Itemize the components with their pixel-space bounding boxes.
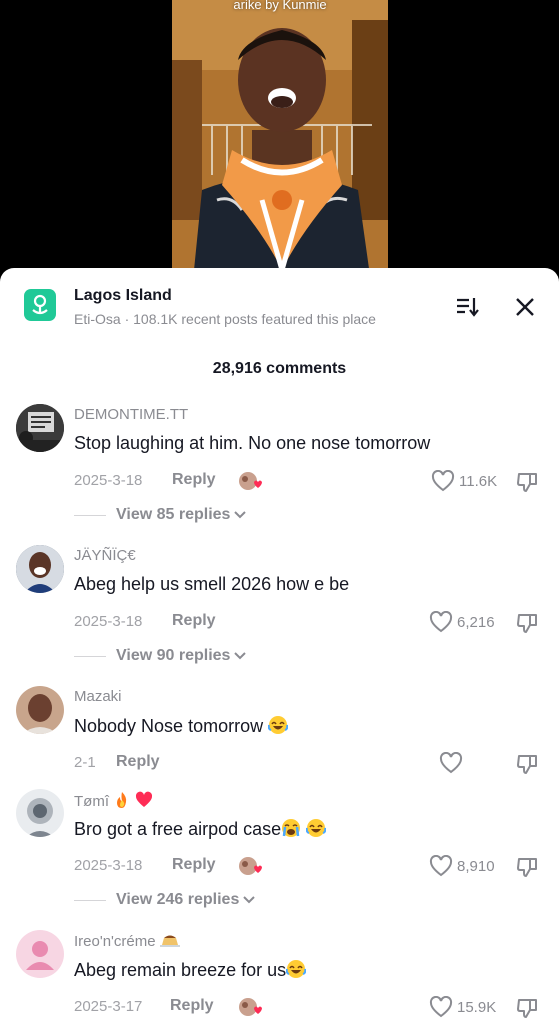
comment-count: 28,916 comments bbox=[212, 360, 347, 377]
divider bbox=[74, 899, 106, 901]
comment-date: 2025-3-18 bbox=[74, 857, 143, 874]
location-pin-icon bbox=[24, 289, 56, 321]
video-frame[interactable]: arike by Kunmie bbox=[172, 0, 388, 290]
comment-username[interactable]: DEMONTIME.TT bbox=[74, 406, 188, 423]
view-replies-button[interactable]: View 246 replies bbox=[74, 891, 256, 909]
chevron-down-icon bbox=[234, 652, 247, 660]
comment-item: JÄYÑÏÇ€ Abeg help us smell 2026 how e be… bbox=[0, 545, 559, 675]
heart-icon bbox=[431, 470, 455, 492]
creator-liked-icon bbox=[237, 470, 263, 492]
thumbs-down-icon bbox=[517, 614, 537, 633]
thumbs-down-icon bbox=[517, 858, 537, 877]
heart-emoji-icon bbox=[136, 791, 153, 807]
close-button[interactable] bbox=[512, 294, 538, 320]
comment-item: Tømî Bro got a free airpod case 2025-3-1… bbox=[0, 789, 559, 919]
laughing-tears-emoji-icon bbox=[306, 819, 327, 837]
comment-item: Mazaki Nobody Nose tomorrow 2-1 Reply bbox=[0, 686, 559, 781]
place-header[interactable]: Lagos Island Eti-Osa · 108.1K recent pos… bbox=[0, 268, 559, 338]
comment-text-content: Nobody Nose tomorrow bbox=[74, 716, 264, 736]
avatar[interactable] bbox=[16, 686, 64, 734]
view-replies-label: View 246 replies bbox=[116, 891, 240, 908]
dislike-button[interactable] bbox=[516, 855, 540, 879]
close-icon bbox=[516, 298, 534, 316]
comment-date: 2025-3-17 bbox=[74, 998, 143, 1015]
comment-text-content: Abeg remain breeze for us bbox=[74, 960, 287, 980]
comment-username[interactable]: Tømî bbox=[74, 791, 153, 810]
like-button[interactable]: 8,910 bbox=[429, 855, 495, 877]
comment-username[interactable]: Mazaki bbox=[74, 688, 122, 705]
heart-icon bbox=[429, 996, 453, 1018]
comment-username[interactable]: JÄYÑÏÇ€ bbox=[74, 547, 136, 564]
fire-emoji-icon bbox=[117, 792, 127, 808]
like-count: 15.9K bbox=[457, 998, 497, 1016]
thumbs-down-icon bbox=[517, 755, 537, 774]
like-button[interactable]: 6,216 bbox=[429, 611, 495, 633]
laughing-tears-emoji-icon bbox=[268, 716, 289, 734]
username-text: Ireo'n'créme bbox=[74, 933, 156, 950]
reply-button[interactable]: Reply bbox=[172, 612, 216, 630]
comment-text: Nobody Nose tomorrow bbox=[74, 715, 289, 737]
avatar[interactable] bbox=[16, 789, 64, 837]
laughing-tears-emoji-icon bbox=[286, 960, 307, 978]
video-caption: arike by Kunmie bbox=[233, 0, 327, 12]
dislike-button[interactable] bbox=[516, 611, 540, 635]
comment-text: Stop laughing at him. No one nose tomorr… bbox=[74, 433, 431, 453]
heart-icon bbox=[429, 855, 453, 877]
chevron-down-icon bbox=[243, 896, 256, 904]
like-button[interactable]: 15.9K bbox=[429, 996, 496, 1018]
reply-button[interactable]: Reply bbox=[172, 856, 216, 874]
divider bbox=[74, 514, 106, 516]
crying-emoji-icon bbox=[282, 819, 301, 837]
reply-button[interactable]: Reply bbox=[170, 997, 214, 1015]
creator-liked-icon bbox=[237, 996, 263, 1018]
comment-date: 2025-3-18 bbox=[74, 613, 143, 630]
view-replies-button[interactable]: View 85 replies bbox=[74, 506, 247, 524]
comment-text-content: Bro got a free airpod case bbox=[74, 819, 282, 839]
avatar[interactable] bbox=[16, 930, 64, 978]
like-count: 8,910 bbox=[457, 857, 495, 875]
like-count: 11.6K bbox=[459, 472, 498, 490]
like-button[interactable]: 11.6K bbox=[431, 470, 497, 492]
view-replies-button[interactable]: View 90 replies bbox=[74, 647, 247, 665]
dislike-button[interactable] bbox=[516, 996, 540, 1020]
dislike-button[interactable] bbox=[516, 752, 540, 776]
avatar[interactable] bbox=[16, 545, 64, 593]
comments-sheet: Lagos Island Eti-Osa · 108.1K recent pos… bbox=[0, 268, 559, 1023]
comment-date: 2-1 bbox=[74, 754, 96, 771]
like-button[interactable] bbox=[439, 752, 463, 774]
reply-button[interactable]: Reply bbox=[116, 753, 160, 771]
place-subtitle: Eti-Osa · 108.1K recent posts featured t… bbox=[74, 311, 376, 327]
comment-date: 2025-3-18 bbox=[74, 472, 143, 489]
reply-button[interactable]: Reply bbox=[172, 471, 216, 489]
chevron-down-icon bbox=[234, 511, 247, 519]
comment-item: Ireo'n'créme Abeg remain breeze for us 2… bbox=[0, 930, 559, 1023]
comment-item: DEMONTIME.TT Stop laughing at him. No on… bbox=[0, 404, 559, 534]
avatar[interactable] bbox=[16, 404, 64, 452]
heart-icon bbox=[439, 752, 463, 774]
comment-text: Bro got a free airpod case bbox=[74, 818, 327, 840]
view-replies-label: View 85 replies bbox=[116, 506, 231, 523]
default-avatar-icon bbox=[16, 930, 64, 978]
thumbs-down-icon bbox=[517, 999, 537, 1018]
creator-liked-icon bbox=[237, 855, 263, 877]
view-replies-label: View 90 replies bbox=[116, 647, 231, 664]
video-player[interactable]: arike by Kunmie bbox=[0, 0, 559, 290]
place-title: Lagos Island bbox=[74, 287, 172, 304]
comment-text: Abeg remain breeze for us bbox=[74, 959, 307, 981]
divider bbox=[74, 655, 106, 657]
pudding-emoji-icon bbox=[159, 935, 180, 947]
username-text: Tømî bbox=[74, 793, 109, 810]
sort-icon bbox=[457, 298, 479, 317]
comment-username[interactable]: Ireo'n'créme bbox=[74, 932, 180, 950]
heart-icon bbox=[429, 611, 453, 633]
like-count: 6,216 bbox=[457, 613, 495, 631]
sort-button[interactable] bbox=[452, 294, 482, 320]
dislike-button[interactable] bbox=[516, 470, 540, 494]
video-still bbox=[172, 0, 388, 290]
thumbs-down-icon bbox=[517, 473, 537, 492]
comment-text: Abeg help us smell 2026 how e be bbox=[74, 574, 350, 594]
